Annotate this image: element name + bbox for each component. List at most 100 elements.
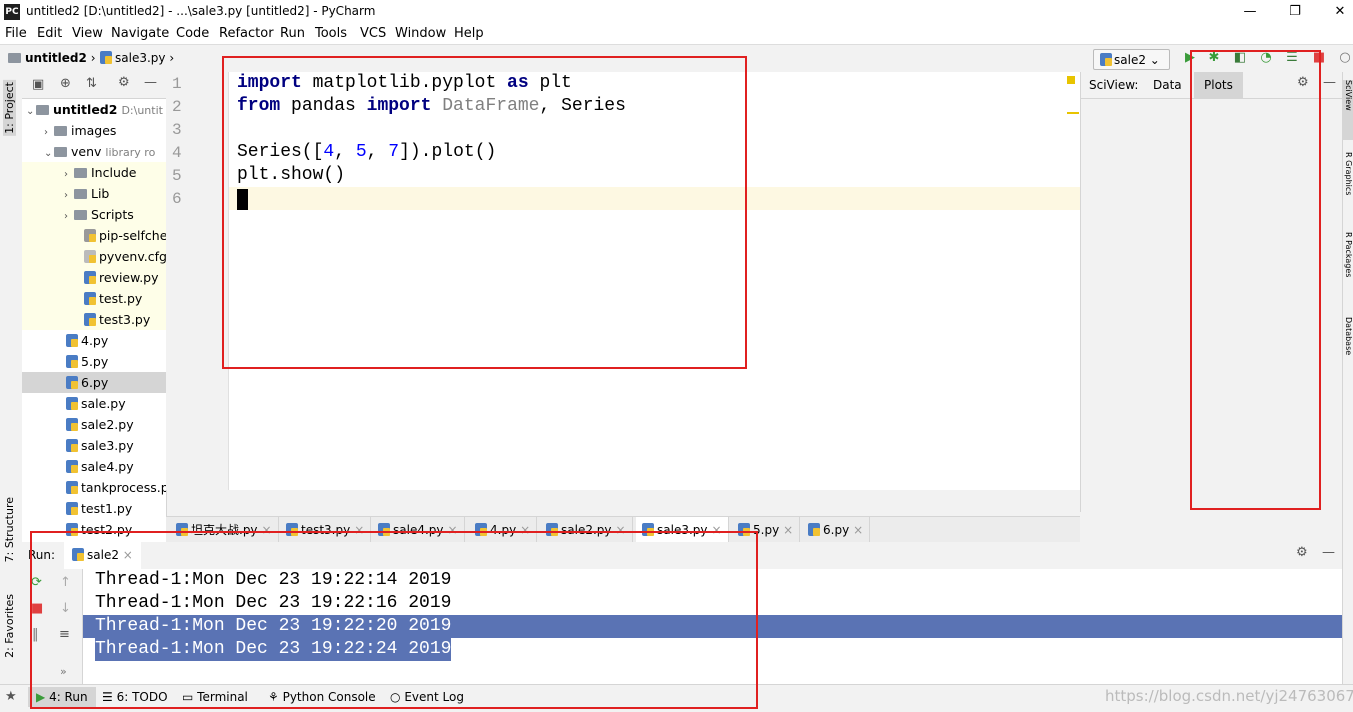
python-file-icon (808, 523, 820, 536)
tree-item-lib[interactable]: › Lib (22, 183, 166, 204)
tab-project[interactable]: 1: Project (3, 80, 16, 136)
python-file-icon (66, 460, 78, 473)
line-number: 1 (172, 75, 182, 93)
minimize-button[interactable]: — (1228, 2, 1272, 22)
annotation-box-plots (1190, 50, 1321, 510)
tree-item-untitled2[interactable]: ⌄ untitled2 D:\untit (22, 99, 166, 120)
tree-item-test3[interactable]: test3.py (22, 309, 166, 330)
gear-icon[interactable]: ⚙ (1296, 545, 1308, 560)
line-number: 6 (172, 190, 182, 208)
tree-item-test1[interactable]: test1.py (22, 498, 166, 519)
hide-icon[interactable]: — (1323, 75, 1336, 90)
python-file-icon (84, 271, 96, 284)
tree-item-review[interactable]: review.py (22, 267, 166, 288)
close-icon[interactable]: × (783, 523, 793, 537)
menu-vcs[interactable]: VCS (360, 26, 386, 41)
favorites-star-icon[interactable]: ★ (5, 689, 17, 704)
menu-refactor[interactable]: Refactor (219, 26, 274, 41)
right-tool-strip: SciView R Graphics R Packages Database (1342, 72, 1353, 684)
watermark: https://blog.csdn.net/yj247630676 (1105, 687, 1353, 705)
tree-item-pip-selfcheck[interactable]: pip-selfche (22, 225, 166, 246)
folder-icon (8, 53, 21, 63)
menu-view[interactable]: View (72, 26, 103, 41)
hide-icon[interactable]: — (1322, 545, 1335, 560)
python-file-icon (66, 439, 78, 452)
folder-icon (36, 105, 49, 115)
tree-item-test[interactable]: test.py (22, 288, 166, 309)
python-file-icon (66, 418, 78, 431)
tree-item-sale4[interactable]: sale4.py (22, 456, 166, 477)
python-file-icon (66, 334, 78, 347)
python-file-icon (66, 502, 78, 515)
tab-structure[interactable]: 7: Structure (3, 497, 16, 562)
tab-r-packages[interactable]: R Packages (1343, 232, 1353, 307)
tree-item-6py[interactable]: 6.py (22, 372, 166, 393)
close-button[interactable]: ✕ (1318, 2, 1353, 22)
folder-icon (74, 168, 87, 178)
tab-data[interactable]: Data (1153, 78, 1182, 92)
gear-icon[interactable]: ⚙ (118, 75, 130, 90)
project-panel: ▣ ⊕ ⇅ ⚙ — ⌄ untitled2 D:\untit › images ⌄ v… (22, 72, 167, 542)
project-view-icon[interactable]: ▣ (32, 77, 44, 92)
breadcrumb-project[interactable]: untitled2 › (8, 51, 96, 65)
tree-item-sale2[interactable]: sale2.py (22, 414, 166, 435)
tree-item-tankprocess[interactable]: tankprocess.py (22, 477, 166, 498)
menu-file[interactable]: File (5, 26, 27, 41)
folder-icon (54, 147, 67, 157)
folder-icon (74, 189, 87, 199)
menu-help[interactable]: Help (454, 26, 484, 41)
line-number: 2 (172, 98, 182, 116)
python-file-icon (84, 313, 96, 326)
chevron-down-icon: ⌄ (1149, 53, 1160, 67)
hide-icon[interactable]: — (144, 75, 157, 90)
tree-item-5py[interactable]: 5.py (22, 351, 166, 372)
tab-r-graphics[interactable]: R Graphics (1343, 152, 1353, 222)
search-icon[interactable]: ○ (1338, 51, 1352, 65)
menu-window[interactable]: Window (395, 26, 446, 41)
config-file-icon (84, 250, 96, 263)
tree-item-4py[interactable]: 4.py (22, 330, 166, 351)
breadcrumb-file[interactable]: sale3.py › (100, 51, 174, 65)
tree-item-scripts[interactable]: › Scripts (22, 204, 166, 225)
menu-navigate[interactable]: Navigate (111, 26, 169, 41)
restore-button[interactable]: ❐ (1273, 2, 1317, 22)
file-icon (84, 229, 96, 242)
folder-icon (74, 210, 87, 220)
line-number: 3 (172, 121, 182, 139)
python-file-icon (66, 481, 78, 494)
menu-bar: File Edit View Navigate Code Refactor Ru… (0, 24, 1353, 45)
tab-database[interactable]: Database (1343, 317, 1353, 382)
python-file-icon (66, 376, 78, 389)
tree-item-sale[interactable]: sale.py (22, 393, 166, 414)
tree-item-include[interactable]: › Include (22, 162, 166, 183)
run-configuration-select[interactable]: sale2 ⌄ (1093, 49, 1170, 70)
python-file-icon (1100, 53, 1112, 66)
annotation-box-console (30, 531, 758, 709)
left-tool-strip: 1: Project 7: Structure 2: Favorites (0, 72, 23, 684)
menu-code[interactable]: Code (176, 26, 209, 41)
title-bar: PC untitled2 [D:\untitled2] - ...\sale3.… (0, 0, 1353, 24)
project-panel-header: ▣ ⊕ ⇅ ⚙ — (22, 72, 166, 99)
line-number: 5 (172, 167, 182, 185)
python-file-icon (66, 355, 78, 368)
tab-6py[interactable]: 6.py × (802, 517, 871, 543)
close-icon[interactable]: × (853, 523, 863, 537)
annotation-box-code (222, 56, 747, 369)
tree-item-sale3[interactable]: sale3.py (22, 435, 166, 456)
collapse-icon[interactable]: ⇅ (86, 76, 97, 91)
folder-icon (54, 126, 67, 136)
tab-favorites[interactable]: 2: Favorites (3, 594, 16, 658)
inspection-indicator-icon[interactable] (1067, 76, 1075, 84)
locate-icon[interactable]: ⊕ (60, 76, 71, 91)
tree-item-pyvenv[interactable]: pyvenv.cfg (22, 246, 166, 267)
sciview-label: SciView: (1089, 78, 1139, 92)
python-file-icon (100, 51, 112, 64)
warning-marker[interactable] (1067, 112, 1079, 114)
tree-item-venv[interactable]: ⌄ venv library ro (22, 141, 166, 162)
menu-run[interactable]: Run (280, 26, 305, 41)
python-file-icon (84, 292, 96, 305)
tree-item-images[interactable]: › images (22, 120, 166, 141)
menu-tools[interactable]: Tools (315, 26, 347, 41)
tab-sciview[interactable]: SciView (1343, 80, 1353, 140)
menu-edit[interactable]: Edit (37, 26, 62, 41)
